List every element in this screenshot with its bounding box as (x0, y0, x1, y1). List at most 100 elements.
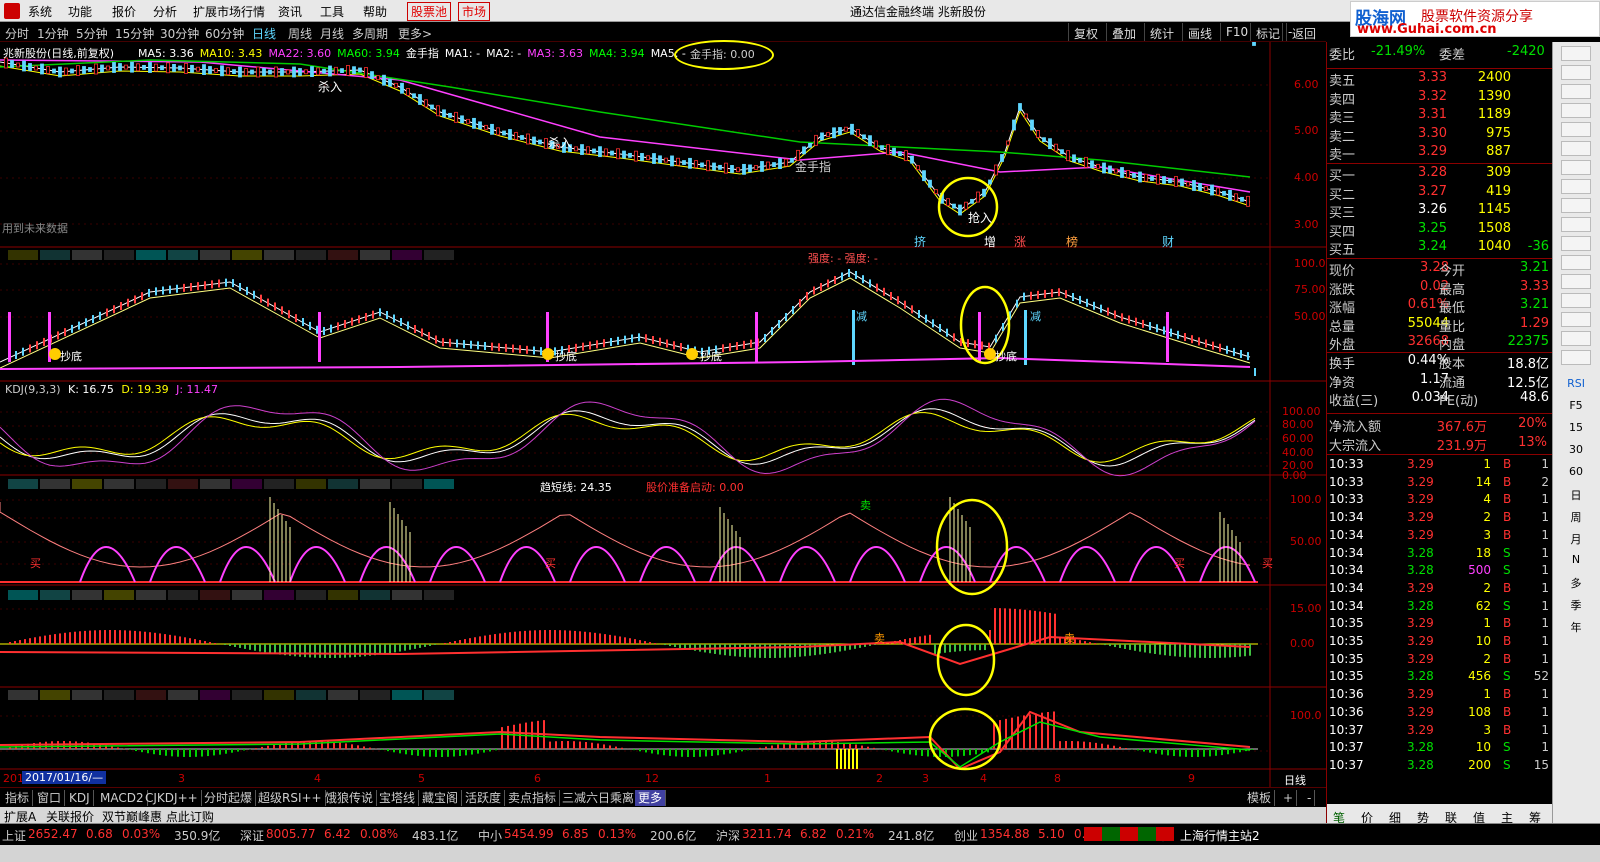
market-button[interactable]: 市场 (458, 2, 491, 21)
sidebar-label-11[interactable]: 年 (1561, 619, 1591, 635)
sidebar-tool-icon[interactable] (1561, 293, 1591, 308)
annotation-finance: 财 (1162, 235, 1175, 249)
stock-pool-button[interactable]: 股票池 (407, 2, 452, 21)
chart-canvas[interactable] (0, 42, 1326, 787)
indicator-tab-11[interactable]: 卖点指标 (505, 790, 561, 806)
tab-right-0[interactable]: 模板 (1244, 790, 1276, 806)
indicator-tab-1[interactable]: 窗口 (34, 790, 66, 806)
indicator-tab-3[interactable]: MACD2 (97, 790, 148, 806)
bottom-smile-icon (686, 348, 698, 360)
sidebar-tool-icon[interactable] (1561, 255, 1591, 270)
sidebar-label-3[interactable]: 30 (1561, 443, 1591, 456)
sidebar-tool-icon[interactable] (1561, 198, 1591, 213)
tick-price: 3.29 (1407, 704, 1434, 719)
period-tab-1min[interactable]: 1分钟 (37, 25, 69, 42)
menu-item-news[interactable]: 资讯 (278, 3, 302, 20)
period-tab-60min[interactable]: 60分钟 (205, 25, 244, 42)
menu-item-extended-market[interactable]: 扩展市场行情 (193, 3, 265, 20)
f10-button[interactable]: F10 (1220, 23, 1253, 41)
sidebar-tool-icon[interactable] (1561, 217, 1591, 232)
restore-rights-button[interactable]: 复权 (1068, 23, 1103, 41)
menu-item-quote[interactable]: 报价 (112, 3, 136, 20)
sidebar-tool-icon[interactable] (1561, 141, 1591, 156)
mark-button[interactable]: 标记 (1250, 23, 1285, 41)
kdj-d-line (0, 412, 1256, 463)
indicator-tab-6[interactable]: 超级RSI++ (255, 790, 326, 806)
menu-item-system[interactable]: 系统 (28, 3, 52, 20)
candle (622, 150, 626, 159)
sidebar-tool-icon[interactable] (1561, 46, 1591, 61)
menu-item-help[interactable]: 帮助 (363, 3, 387, 20)
sidebar-tool-icon[interactable] (1561, 350, 1591, 365)
indicator-tab-4[interactable]: CJKDJ++ (142, 790, 202, 806)
indicator-tab-8[interactable]: 宝塔线 (376, 790, 420, 806)
sidebar-label-4[interactable]: 60 (1561, 465, 1591, 478)
tab-right-1[interactable]: + (1280, 790, 1298, 806)
tick-time: 10:36 (1329, 687, 1364, 702)
sidebar-label-0[interactable]: RSI (1561, 377, 1591, 390)
period-tab-multi[interactable]: 多周期 (352, 25, 388, 42)
period-tab-more[interactable]: 更多> (398, 25, 432, 42)
candle (406, 88, 410, 96)
tick-row: 10:34 3.29 3 B 1 (1327, 528, 1553, 546)
sidebar-tool-icon[interactable] (1561, 84, 1591, 99)
sidebar-tool-icon[interactable] (1561, 103, 1591, 118)
period-tab-30min[interactable]: 30分钟 (160, 25, 199, 42)
period-tab-daily[interactable]: 日线 (252, 25, 276, 42)
sidebar-label-8[interactable]: N (1561, 553, 1591, 566)
sidebar-tool-icon[interactable] (1561, 312, 1591, 327)
candle (664, 157, 668, 163)
panel2-reduce-bar-2 (1024, 310, 1027, 365)
sidebar-label-2[interactable]: 15 (1561, 421, 1591, 434)
sidebar-label-9[interactable]: 多 (1561, 575, 1591, 591)
menu-item-tools[interactable]: 工具 (320, 3, 344, 20)
menu-item-analysis[interactable]: 分析 (153, 3, 177, 20)
tab-right-2[interactable]: - (1304, 790, 1316, 806)
panel2-bar (652, 336, 654, 344)
sidebar-label-7[interactable]: 月 (1561, 531, 1591, 547)
sidebar-label-10[interactable]: 季 (1561, 597, 1591, 613)
panel2-bar (358, 315, 360, 324)
menu-item-function[interactable]: 功能 (68, 3, 92, 20)
indicator-tab-0[interactable]: 指标 (2, 790, 34, 806)
candle (1168, 178, 1172, 184)
chart-area[interactable]: 兆新股份(日线,前复权) MA5: 3.36 MA10: 3.43 MA22: 3.… (0, 40, 1326, 787)
period-tab-monthly[interactable]: 月线 (320, 25, 344, 42)
indicator-tab-9[interactable]: 藏宝阁 (419, 790, 463, 806)
indicator-tab-10[interactable]: 活跃度 (462, 790, 506, 806)
sidebar-tool-icon[interactable] (1561, 274, 1591, 289)
sidebar-tool-icon[interactable] (1561, 65, 1591, 80)
candle (244, 68, 248, 76)
candle (190, 64, 194, 73)
statistics-button[interactable]: 统计 (1144, 23, 1179, 41)
panel2-bar (309, 321, 311, 330)
draw-line-button[interactable]: 画线 (1182, 23, 1217, 41)
status-3-3: 0.21% (836, 827, 875, 841)
period-tab-15min[interactable]: 15分钟 (115, 25, 154, 42)
panel2-reduce-marker-1: 减 (856, 310, 867, 323)
period-tab-timeshare[interactable]: 分时 (5, 25, 29, 42)
sidebar-label-6[interactable]: 周 (1561, 509, 1591, 525)
sidebar-tool-icon[interactable] (1561, 236, 1591, 251)
indicator-tab-2[interactable]: KDJ (66, 790, 94, 806)
period-tab-5min[interactable]: 5分钟 (76, 25, 108, 42)
sidebar-tool-icon[interactable] (1561, 122, 1591, 137)
back-button[interactable]: 返回 (1286, 23, 1321, 41)
indicator-tab-7[interactable]: 饿狼传说 (322, 790, 378, 806)
period-tab-weekly[interactable]: 周线 (288, 25, 312, 42)
panel2-bar (99, 311, 101, 320)
candle (520, 135, 524, 140)
indicator-tab-12[interactable]: 三减六日乘离 (559, 790, 639, 806)
indicator-tab-5[interactable]: 分时起爆 (201, 790, 257, 806)
sidebar-tool-icon[interactable] (1561, 160, 1591, 175)
sidebar-label-5[interactable]: 日 (1561, 487, 1591, 503)
sidebar-label-1[interactable]: F5 (1561, 399, 1591, 412)
sidebar-tool-icon[interactable] (1561, 331, 1591, 346)
panel2-bar (1051, 289, 1053, 298)
sidebar-tool-icon[interactable] (1561, 179, 1591, 194)
stat-row: 涨跌 0.02 最高 3.33 (1327, 279, 1553, 298)
overlay-button[interactable]: 叠加 (1106, 23, 1141, 41)
panel2-bar (729, 343, 731, 352)
indicator-tab-13[interactable]: 更多 (635, 790, 667, 806)
panel2-bar (183, 283, 185, 292)
